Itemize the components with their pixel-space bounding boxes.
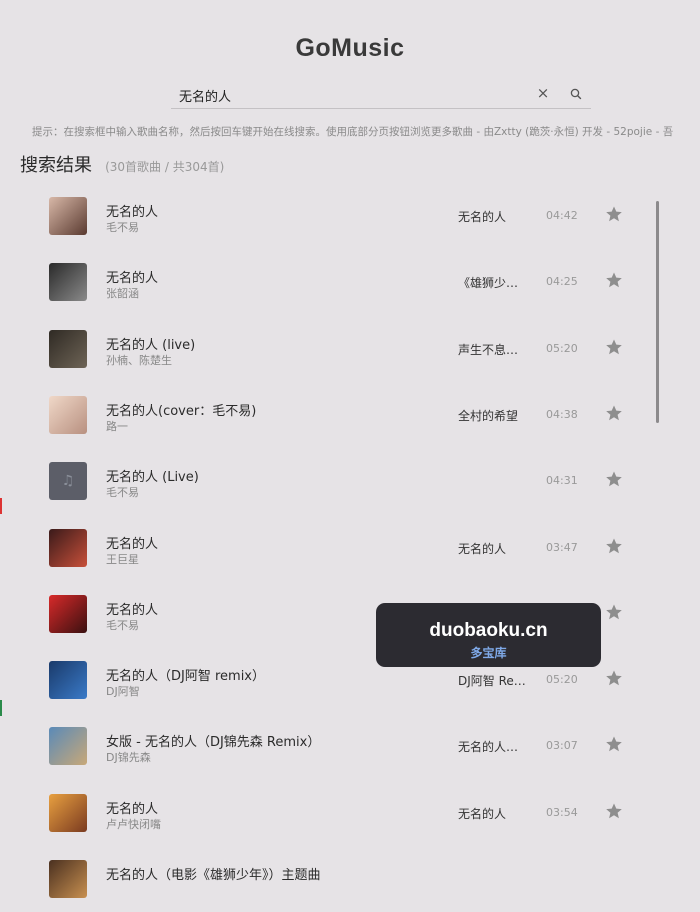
- song-title: 女版 - 无名的人（DJ锦先森 Remix）: [106, 735, 321, 751]
- results-header: 搜索结果 (30首歌曲 / 共304首): [20, 151, 224, 177]
- song-artist: 张韶涵: [106, 287, 139, 301]
- song-album: 《雄狮少…: [458, 276, 519, 291]
- app-title: GoMusic: [295, 34, 405, 62]
- song-row[interactable]: 无名的人 毛不易 无名的人 04:42: [0, 183, 660, 249]
- results-count: (30首歌曲 / 共304首): [105, 160, 225, 174]
- song-row[interactable]: 无名的人 张韶涵 《雄狮少… 04:25: [0, 249, 660, 315]
- song-title: 无名的人: [106, 536, 159, 552]
- hint-text: 提示：在搜索框中输入歌曲名称，然后按回车键开始在线搜索。使用底部分页按钮浏览更多…: [32, 126, 674, 138]
- song-artist: 毛不易: [106, 486, 139, 500]
- search-bar: ×: [171, 80, 591, 109]
- song-artist: 路一: [106, 419, 128, 433]
- album-cover: [49, 661, 87, 700]
- window-edge-mark: [0, 700, 2, 716]
- song-row[interactable]: 无名的人 (live) 孙楠、陈楚生 声生不息… 05:20: [0, 316, 660, 382]
- song-title: 无名的人 (live): [106, 337, 196, 353]
- album-cover: [49, 395, 87, 434]
- song-duration: 03:07: [546, 739, 578, 753]
- watermark-text: duobaoku.cn: [429, 620, 548, 641]
- song-duration: 03:47: [546, 540, 578, 554]
- star-icon[interactable]: [604, 668, 624, 688]
- song-album: 无名的人…: [458, 740, 519, 755]
- album-cover: [49, 329, 87, 368]
- song-title: 无名的人(cover：毛不易): [106, 403, 257, 419]
- album-cover: [49, 860, 87, 898]
- star-icon[interactable]: [604, 602, 624, 622]
- star-icon[interactable]: [604, 801, 624, 821]
- search-input[interactable]: [177, 84, 521, 106]
- watermark-subtext: 多宝库: [470, 646, 507, 660]
- watermark-overlay: duobaoku.cn 多宝库: [376, 603, 601, 667]
- star-icon[interactable]: [604, 337, 624, 357]
- song-album: 全村的希望: [458, 408, 519, 423]
- song-artist: 卢卢快闭嘴: [106, 817, 161, 831]
- song-row[interactable]: 女版 - 无名的人（DJ锦先森 Remix） DJ锦先森 无名的人… 03:07: [0, 713, 660, 779]
- star-icon[interactable]: [604, 403, 624, 423]
- song-album: 声生不息…: [458, 342, 519, 357]
- song-duration: 04:38: [546, 407, 578, 421]
- song-artist: 王巨星: [106, 552, 139, 566]
- song-row[interactable]: ♫ 无名的人 (Live) 毛不易 04:31: [0, 448, 660, 514]
- star-icon[interactable]: [604, 270, 624, 290]
- song-duration: 04:25: [546, 275, 578, 289]
- song-artist: DJ锦先森: [106, 751, 151, 765]
- search-icon[interactable]: [567, 85, 585, 103]
- album-cover: [49, 594, 87, 633]
- song-title: 无名的人: [106, 801, 159, 817]
- song-duration: 04:31: [546, 474, 578, 488]
- star-icon[interactable]: [604, 536, 624, 556]
- song-artist: 毛不易: [106, 221, 139, 234]
- album-cover: [49, 197, 87, 235]
- song-title: 无名的人（电影《雄狮少年》）主题曲: [106, 868, 321, 883]
- song-artist: 孙楠、陈楚生: [106, 353, 172, 367]
- window-edge-mark: [0, 498, 2, 514]
- song-title: 无名的人: [106, 271, 159, 287]
- song-title: 无名的人（DJ阿智 remix）: [106, 669, 266, 685]
- song-album: DJ阿智 Re…: [458, 674, 526, 689]
- star-icon[interactable]: [604, 204, 624, 224]
- song-row[interactable]: 无名的人(cover：毛不易) 路一 全村的希望 04:38: [0, 382, 660, 448]
- album-cover: ♫: [49, 462, 87, 501]
- album-cover: [49, 263, 87, 302]
- song-album: 无名的人: [458, 541, 507, 556]
- song-duration: 03:54: [546, 805, 578, 819]
- star-icon[interactable]: [604, 734, 624, 754]
- song-row[interactable]: 无名的人 卢卢快闭嘴 无名的人 03:54: [0, 780, 660, 846]
- song-row[interactable]: 无名的人（电影《雄狮少年》）主题曲: [0, 846, 660, 912]
- scrollbar[interactable]: [656, 201, 659, 423]
- song-duration: 05:20: [546, 673, 578, 687]
- song-album: 无名的人: [458, 806, 507, 821]
- song-row[interactable]: 无名的人 王巨星 无名的人 03:47: [0, 515, 660, 581]
- results-title: 搜索结果: [20, 155, 92, 176]
- song-title: 无名的人: [106, 205, 159, 220]
- song-artist: 毛不易: [106, 618, 139, 632]
- music-note-icon: ♫: [61, 473, 75, 490]
- album-cover: [49, 793, 87, 832]
- album-cover: [49, 528, 87, 567]
- song-duration: 05:20: [546, 341, 578, 355]
- song-duration: 04:42: [546, 209, 578, 222]
- close-icon[interactable]: ×: [535, 85, 551, 101]
- song-title: 无名的人 (Live): [106, 470, 199, 486]
- song-artist: DJ阿智: [106, 685, 140, 699]
- album-cover: [49, 727, 87, 766]
- star-icon[interactable]: [604, 469, 624, 489]
- song-album: 无名的人: [458, 210, 507, 224]
